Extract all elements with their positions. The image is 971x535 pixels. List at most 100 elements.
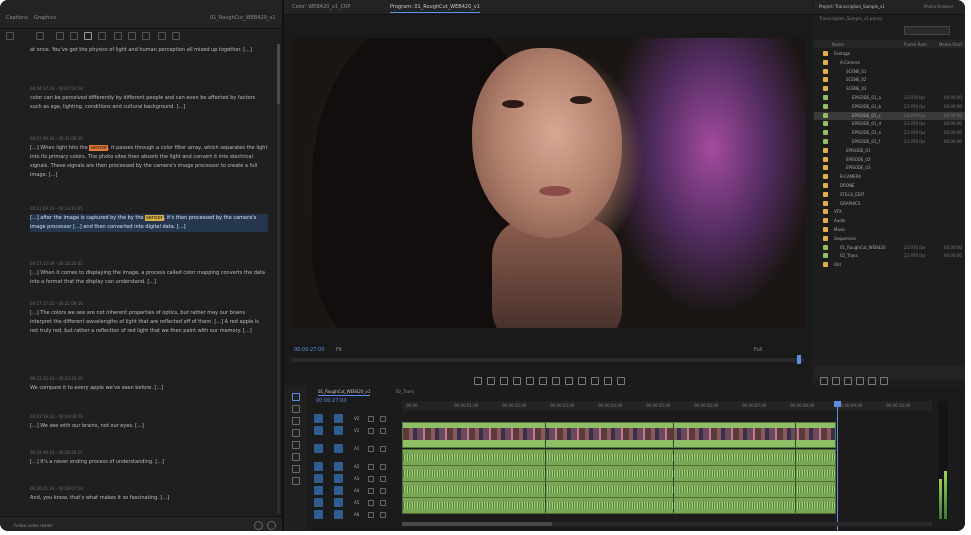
track-header[interactable]: A6 — [310, 509, 400, 520]
transcript-entry[interactable]: 00:07:09:16 - 00:11:09:10 [...] When ligh… — [30, 136, 268, 180]
project-bin-row[interactable]: EPISODE_01_b 23.976 fps 00:00:00 — [814, 103, 965, 111]
project-search-input[interactable] — [904, 26, 950, 35]
lock-track-icon[interactable] — [368, 416, 374, 422]
entry-text[interactable]: We compare it to every apple we've seen … — [30, 384, 268, 393]
audio-clip[interactable] — [402, 449, 836, 466]
pen-icon[interactable] — [292, 453, 300, 461]
go-to-out-icon[interactable] — [552, 377, 560, 385]
speaker-icon[interactable] — [84, 32, 92, 40]
project-bin-row[interactable]: Sequences — [814, 235, 965, 243]
tab-media-browser[interactable]: Media Browser — [924, 4, 954, 9]
source-patch[interactable] — [314, 498, 323, 507]
project-bin-row[interactable]: EPISODE_01_d 23.976 fps 00:00:00 — [814, 120, 965, 128]
split-icon[interactable] — [70, 32, 78, 40]
transcript-entry[interactable]: 00:11:29:10 - 00:13:13:05 [...] after the… — [30, 206, 268, 232]
selection-tool-icon[interactable] — [292, 393, 300, 401]
marker-icon[interactable] — [142, 32, 150, 40]
source-patch[interactable] — [314, 486, 323, 495]
zoom-icon[interactable] — [254, 521, 263, 530]
project-bin-row[interactable]: B-CAMERA — [814, 173, 965, 181]
track-target[interactable] — [334, 414, 343, 423]
transcript-entry[interactable]: 00:24:09:10 - 00:26:20:15 [...] It's a ne… — [30, 450, 268, 467]
track-header[interactable]: A2 — [310, 461, 400, 472]
transcript-entry[interactable]: 00:21:15:10 - 00:23:10:10 We compare it t… — [30, 376, 268, 393]
entry-text[interactable]: [...] When light hits the sensor, it pas… — [30, 144, 268, 180]
transcript-entry[interactable]: 00:26:21:16 - 00:28:07:10 And, you know, … — [30, 486, 268, 503]
new-item-icon[interactable] — [880, 377, 888, 385]
source-patch[interactable] — [314, 510, 323, 519]
project-bin-row[interactable]: 02_Trans 23.976 fps 00:00:00 — [814, 252, 965, 260]
tab-sequence[interactable]: 01_RoughCut_WEB420_v1 — [210, 15, 276, 21]
timeline-ruler[interactable]: 00:00 00:00:01:00 00:00:02:00 00:00:03:00 00… — [402, 401, 932, 411]
audio-clip[interactable] — [402, 497, 836, 514]
track-select-icon[interactable] — [292, 405, 300, 413]
entry-text[interactable]: [...] We see with our brains, not our ey… — [30, 422, 268, 431]
list-view-icon[interactable] — [832, 377, 840, 385]
tab-color[interactable]: Color: WEB420_v1_CRP — [292, 4, 350, 10]
tab-sequence-1[interactable]: 01_RoughCut_WEB420_v1 — [318, 389, 371, 396]
extract-icon[interactable] — [578, 377, 586, 385]
step-back-icon[interactable] — [513, 377, 521, 385]
mute-icon[interactable] — [380, 488, 386, 494]
track-header[interactable]: V2 — [310, 413, 400, 424]
project-bin-row[interactable]: DRONE — [814, 182, 965, 190]
mute-icon[interactable] — [380, 500, 386, 506]
camera-icon[interactable] — [591, 377, 599, 385]
track-target[interactable] — [334, 444, 343, 453]
project-bin-row[interactable]: A-Camera — [814, 59, 965, 67]
entry-text[interactable]: [...] When it comes to displaying the im… — [30, 269, 268, 287]
project-bin-row[interactable]: Music — [814, 226, 965, 234]
more-icon[interactable] — [158, 32, 166, 40]
audio-clip[interactable] — [402, 481, 836, 498]
track-header[interactable]: A1 — [310, 443, 400, 454]
icon-view-icon[interactable] — [844, 377, 852, 385]
lock-track-icon[interactable] — [368, 500, 374, 506]
mute-icon[interactable] — [380, 476, 386, 482]
mute-icon[interactable] — [380, 464, 386, 470]
mark-in-icon[interactable] — [474, 377, 482, 385]
step-forward-icon[interactable] — [539, 377, 547, 385]
project-bin-row[interactable]: STILLS_EDIT — [814, 191, 965, 199]
tab-graphics[interactable]: Graphics — [34, 15, 56, 21]
track-target[interactable] — [334, 498, 343, 507]
ripple-edit-icon[interactable] — [292, 417, 300, 425]
entry-text[interactable]: And, you know, that's what makes it so f… — [30, 494, 268, 503]
transcript-entry[interactable]: 00:23:19:12 - 00:24:08:16 [...] We see wi… — [30, 414, 268, 431]
source-patch[interactable] — [314, 426, 323, 435]
compare-icon[interactable] — [604, 377, 612, 385]
fit-dropdown[interactable]: Fit — [336, 347, 342, 353]
source-patch[interactable] — [314, 444, 323, 453]
lock-track-icon[interactable] — [368, 428, 374, 434]
video-clip[interactable] — [402, 422, 836, 448]
razor-icon[interactable] — [292, 429, 300, 437]
transcript-entry[interactable]: at once. You've got the physics of light… — [30, 46, 268, 55]
menu-icon[interactable] — [172, 32, 180, 40]
project-bin-row[interactable]: EPISODE_01_a 23.976 fps 00:00:00 — [814, 94, 965, 102]
tab-sequence-2[interactable]: 02_Trans — [396, 389, 414, 394]
project-bin-row[interactable]: GRAPHICS — [814, 200, 965, 208]
monitor-time-ruler[interactable] — [292, 355, 804, 364]
col-media-start[interactable]: Media Start — [939, 42, 962, 47]
mute-icon[interactable] — [380, 446, 386, 452]
lock-track-icon[interactable] — [368, 464, 374, 470]
caption-icon[interactable] — [114, 32, 122, 40]
col-name[interactable]: Name — [832, 42, 844, 47]
timeline-playhead[interactable] — [834, 401, 841, 531]
track-header[interactable]: A3 — [310, 473, 400, 484]
follow-label[interactable]: Follow video reader — [14, 523, 53, 528]
project-bin-row[interactable]: EPISODE_01_f 23.976 fps 00:00:00 — [814, 138, 965, 146]
merge-icon[interactable] — [98, 32, 106, 40]
transcript-entry[interactable]: 00:17:17:10 - 00:21:09:14 [...] The color… — [30, 301, 268, 336]
entry-text[interactable]: color can be perceived differently by di… — [30, 94, 268, 112]
project-bin-row[interactable]: SCENE_01 — [814, 68, 965, 76]
lock-track-icon[interactable] — [368, 446, 374, 452]
source-patch[interactable] — [314, 462, 323, 471]
transcript-entry[interactable]: 00:04:37:16 - 00:07:53:18 color can be pe… — [30, 86, 268, 112]
lock-track-icon[interactable] — [368, 488, 374, 494]
mute-icon[interactable] — [380, 416, 386, 422]
audio-clip[interactable] — [402, 465, 836, 482]
lift-icon[interactable] — [565, 377, 573, 385]
track-header[interactable]: A4 — [310, 485, 400, 496]
entry-text[interactable]: at once. You've got the physics of light… — [30, 46, 268, 55]
project-bin-row[interactable]: SCENE_03 — [814, 85, 965, 93]
